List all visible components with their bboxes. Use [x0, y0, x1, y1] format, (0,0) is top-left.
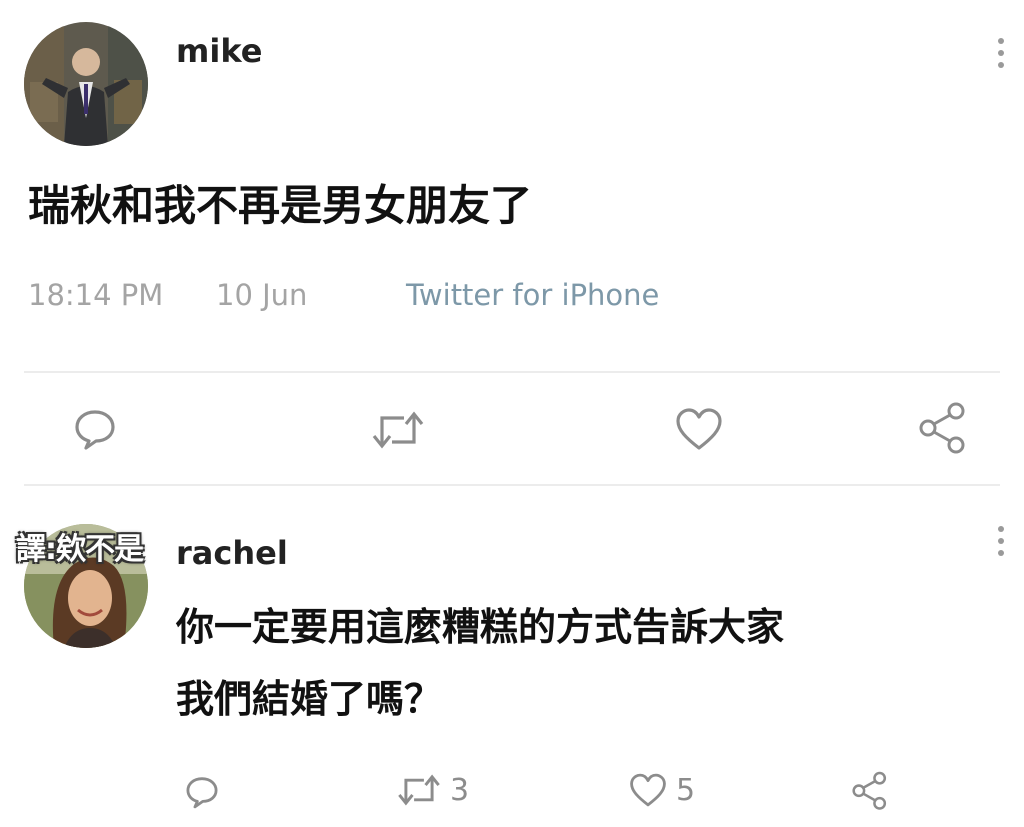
share-icon	[919, 402, 965, 454]
more-options-icon[interactable]	[995, 526, 1007, 556]
share-button[interactable]	[850, 770, 890, 810]
retweet-button[interactable]	[370, 408, 426, 452]
retweet-icon	[372, 411, 424, 449]
mike-username[interactable]: mike	[176, 32, 262, 70]
like-icon	[676, 408, 722, 450]
share-button[interactable]	[916, 400, 970, 454]
divider	[24, 371, 1000, 373]
share-icon	[852, 771, 887, 810]
reply-button[interactable]	[72, 406, 118, 452]
tweet-source[interactable]: Twitter for iPhone	[406, 278, 659, 312]
mike-avatar[interactable]	[24, 22, 148, 146]
more-options-icon[interactable]	[995, 38, 1007, 68]
reply-icon	[75, 410, 115, 450]
tweet-date: 10 Jun	[216, 278, 308, 312]
retweet-icon	[398, 774, 440, 806]
tweet-time: 18:14 PM	[28, 278, 164, 312]
translation-watermark: 譯:欸不是	[16, 532, 144, 567]
tweet-text: 瑞秋和我不再是男女朋友了	[28, 181, 533, 230]
reply-icon	[186, 777, 218, 809]
reply-button[interactable]	[184, 774, 220, 810]
like-icon	[630, 773, 666, 807]
reply-text-line2: 我們結婚了嗎？	[176, 677, 443, 721]
rachel-username[interactable]: rachel	[176, 534, 288, 572]
like-button[interactable]	[674, 406, 724, 452]
retweet-count: 3	[450, 772, 470, 808]
like-button[interactable]: 5	[628, 772, 695, 808]
divider	[24, 484, 1000, 486]
like-count: 5	[676, 772, 696, 808]
retweet-button[interactable]: 3	[396, 772, 469, 808]
reply-text-line1: 你一定要用這麼糟糕的方式告訴大家	[176, 605, 785, 649]
